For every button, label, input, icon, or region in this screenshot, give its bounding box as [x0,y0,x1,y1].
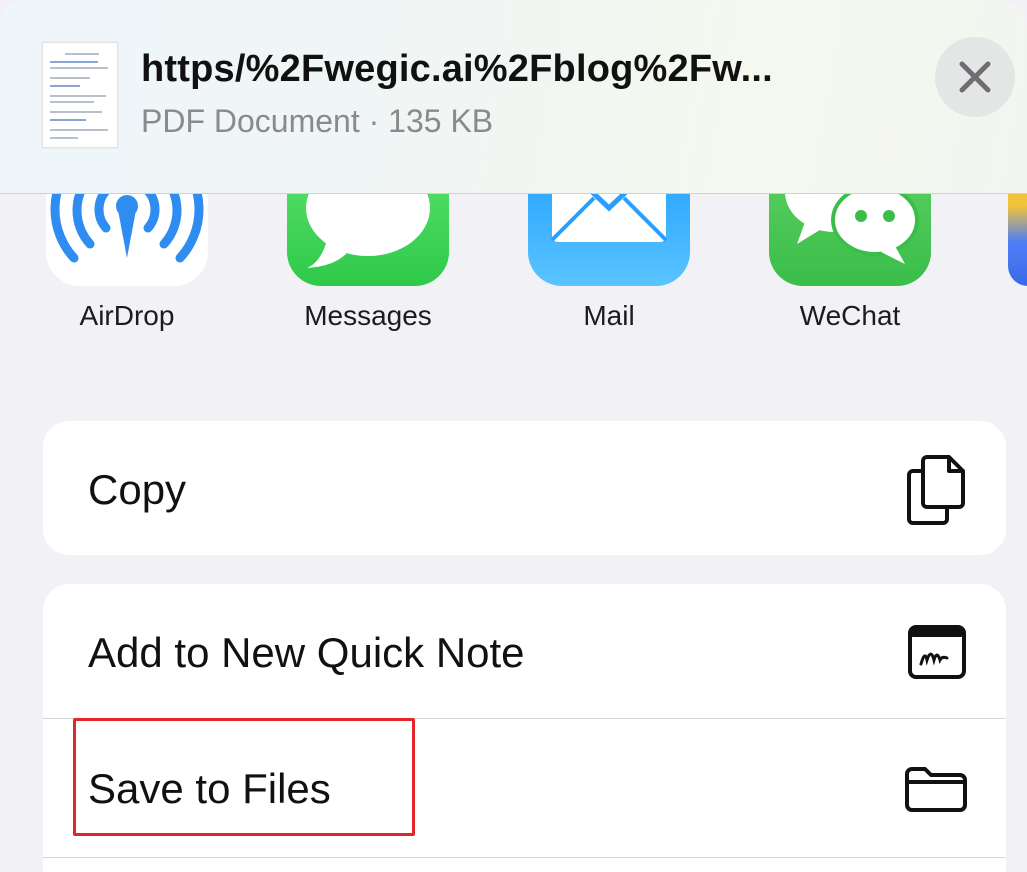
action-group-files: Add to New Quick Note Save to Files [43,584,1006,872]
share-sheet: https/%2Fwegic.ai%2Fblog%2Fw... PDF Docu… [0,0,1027,872]
action-save-to-files[interactable]: Save to Files [43,719,1006,853]
app-label-messages: Messages [304,300,432,331]
document-subtitle: PDF Document · 135 KB [141,103,494,139]
copy-icon [907,455,965,525]
app-label-airdrop: AirDrop [79,300,175,331]
action-quick-note[interactable]: Add to New Quick Note [43,584,1006,718]
action-quick-note-label: Add to New Quick Note [88,629,525,676]
document-title: https/%2Fwegic.ai%2Fblog%2Fw... [141,48,773,90]
share-sheet-header: https/%2Fwegic.ai%2Fblog%2Fw... PDF Docu… [0,0,1027,194]
action-save-to-files-label: Save to Files [88,765,331,812]
folder-icon [905,767,967,812]
action-group-copy: Copy [43,421,1006,555]
action-copy-label: Copy [88,466,187,513]
close-button[interactable] [935,37,1015,117]
app-label-mail: Mail [583,300,635,331]
document-thumbnail [42,42,118,148]
app-label-wechat: WeChat [799,300,901,331]
close-icon [959,61,991,93]
action-copy[interactable]: Copy [43,421,1006,555]
quick-note-icon [908,625,966,679]
action-divider [43,857,1006,858]
